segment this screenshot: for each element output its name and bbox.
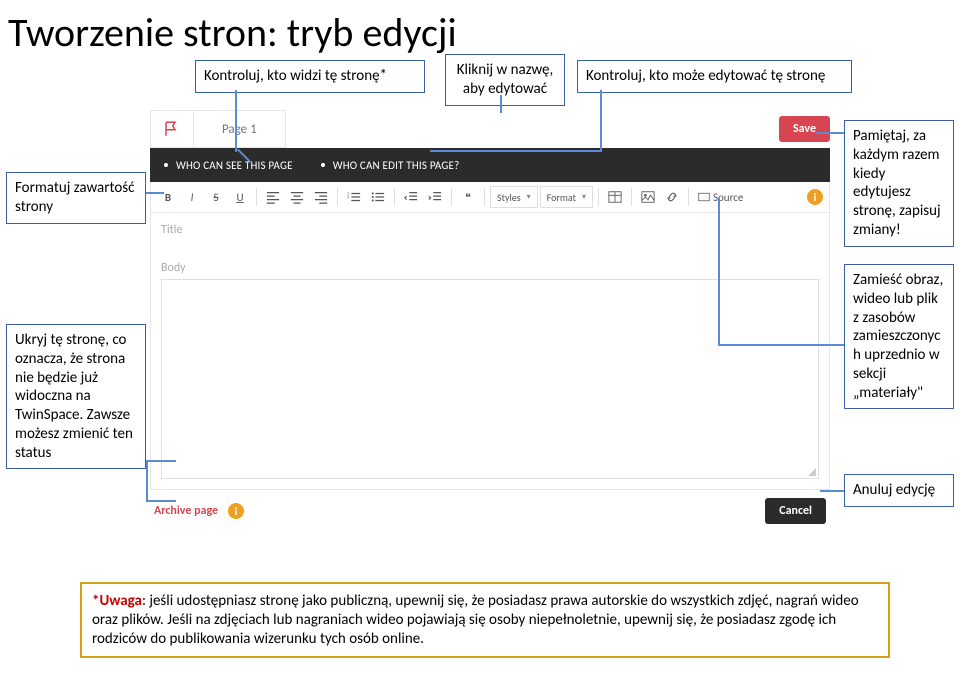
align-center-button[interactable] bbox=[286, 186, 308, 208]
page-tab[interactable]: Page 1 bbox=[194, 110, 286, 148]
cancel-button[interactable]: Cancel bbox=[765, 498, 826, 524]
source-button[interactable]: Source bbox=[694, 186, 747, 208]
format-toolbar: B I S U 12 ❝ Styles Format Source i bbox=[150, 182, 830, 213]
outdent-button[interactable] bbox=[400, 186, 422, 208]
anno-cancel: Anuluj edycję bbox=[844, 474, 954, 507]
bold-button[interactable]: B bbox=[157, 186, 179, 208]
image-button[interactable] bbox=[637, 186, 659, 208]
save-button[interactable]: Save bbox=[779, 116, 830, 142]
editor-panel: Page 1 Save WHO CAN SEE THIS PAGE WHO CA… bbox=[150, 110, 830, 524]
anno-assets: Zamieść obraz, wideo lub plik z zasobów … bbox=[844, 264, 954, 409]
indent-button[interactable] bbox=[424, 186, 446, 208]
body-editor[interactable] bbox=[161, 279, 819, 479]
archive-page-link[interactable]: Archive page bbox=[154, 504, 218, 518]
quote-button[interactable]: ❝ bbox=[457, 186, 479, 208]
format-dropdown[interactable]: Format bbox=[540, 186, 593, 208]
anno-click-name: Kliknij w nazwę, aby edytować bbox=[445, 54, 565, 106]
who-can-see-button[interactable]: WHO CAN SEE THIS PAGE bbox=[150, 148, 307, 182]
underline-button[interactable]: U bbox=[229, 186, 251, 208]
flag-icon bbox=[150, 110, 194, 148]
list-ordered-button[interactable]: 12 bbox=[343, 186, 365, 208]
who-can-edit-button[interactable]: WHO CAN EDIT THIS PAGE? bbox=[307, 148, 474, 182]
link-button[interactable] bbox=[661, 186, 683, 208]
body-label: Body bbox=[151, 251, 829, 275]
toolbar-info-icon[interactable]: i bbox=[807, 189, 823, 205]
anno-format: Formatuj zawartość strony bbox=[6, 172, 146, 224]
anno-who-sees: Kontroluj, kto widzi tę stronę* bbox=[195, 60, 425, 93]
strike-button[interactable]: S bbox=[205, 186, 227, 208]
anno-who-edits: Kontroluj, kto może edytować tę stronę bbox=[577, 60, 852, 93]
slide-title: Tworzenie stron: tryb edycji bbox=[0, 0, 960, 61]
warning-box: *Uwaga: jeśli udostępniasz stronę jako p… bbox=[80, 582, 890, 658]
resize-handle-icon[interactable] bbox=[808, 468, 816, 476]
anno-hide: Ukryj tę stronę, co oznacza, że strona n… bbox=[6, 324, 146, 469]
anno-save: Pamiętaj, za każdym razem kiedy edytujes… bbox=[844, 120, 954, 247]
title-label: Title bbox=[151, 213, 829, 237]
styles-dropdown[interactable]: Styles bbox=[490, 186, 538, 208]
align-left-button[interactable] bbox=[262, 186, 284, 208]
archive-info-icon[interactable]: i bbox=[228, 503, 244, 519]
table-button[interactable] bbox=[604, 186, 626, 208]
align-right-button[interactable] bbox=[310, 186, 332, 208]
italic-button[interactable]: I bbox=[181, 186, 203, 208]
svg-text:2: 2 bbox=[347, 195, 350, 200]
list-unordered-button[interactable] bbox=[367, 186, 389, 208]
